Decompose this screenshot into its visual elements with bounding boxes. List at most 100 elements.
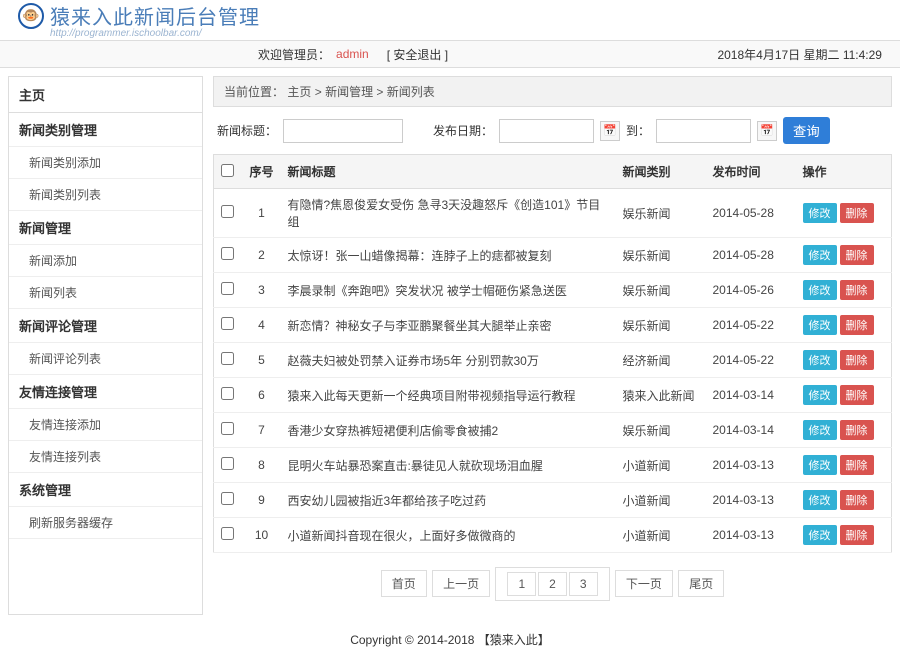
row-title: 小道新闻抖音现在很火，上面好多做微商的 [282,518,617,553]
page-number[interactable]: 2 [538,572,567,596]
modify-button[interactable]: 修改 [803,385,837,405]
row-date: 2014-05-22 [707,308,797,343]
col-date: 发布时间 [707,155,797,189]
modify-button[interactable]: 修改 [803,420,837,440]
row-cat: 小道新闻 [617,483,707,518]
page-next[interactable]: 下一页 [615,570,673,597]
delete-button[interactable]: 删除 [840,245,874,265]
row-title: 太惊讶！张一山蜡像揭幕：连脖子上的痣都被复刻 [282,238,617,273]
delete-button[interactable]: 删除 [840,490,874,510]
search-title-label: 新闻标题： [217,122,277,139]
page-number[interactable]: 3 [569,572,598,596]
row-checkbox[interactable] [221,247,234,260]
row-checkbox[interactable] [221,317,234,330]
delete-button[interactable]: 删除 [840,203,874,223]
page-number[interactable]: 1 [507,572,536,596]
modify-button[interactable]: 修改 [803,245,837,265]
header: 🐵 猿来入此新闻后台管理 http://programmer.ischoolba… [0,0,900,40]
row-date: 2014-05-22 [707,343,797,378]
modify-button[interactable]: 修改 [803,525,837,545]
modify-button[interactable]: 修改 [803,490,837,510]
sidebar-item[interactable]: 新闻类别列表 [9,179,202,211]
table-row: 3 李晨录制《奔跑吧》突发状况 被学士帽砸伤紧急送医 娱乐新闻 2014-05-… [214,273,892,308]
modify-button[interactable]: 修改 [803,350,837,370]
modify-button[interactable]: 修改 [803,455,837,475]
row-checkbox[interactable] [221,282,234,295]
row-cat: 娱乐新闻 [617,413,707,448]
delete-button[interactable]: 删除 [840,280,874,300]
table-row: 4 新恋情？神秘女子与李亚鹏聚餐坐其大腿举止亲密 娱乐新闻 2014-05-22… [214,308,892,343]
table-row: 5 赵薇夫妇被处罚禁入证券市场5年 分别罚款30万 经济新闻 2014-05-2… [214,343,892,378]
delete-button[interactable]: 删除 [840,315,874,335]
table-row: 6 猿来入此每天更新一个经典项目附带视频指导运行教程 猿来入此新闻 2014-0… [214,378,892,413]
search-button[interactable]: 查询 [783,117,830,144]
delete-button[interactable]: 删除 [840,420,874,440]
row-title: 有隐情?焦恩俊爱女受伤 急寻3天没趣怒斥《创造101》节目组 [282,189,617,238]
sidebar-category[interactable]: 新闻类别管理 [9,113,202,147]
row-idx: 6 [242,378,282,413]
news-table: 序号 新闻标题 新闻类别 发布时间 操作 1 有隐情?焦恩俊爱女受伤 急寻3天没… [213,154,892,553]
table-row: 10 小道新闻抖音现在很火，上面好多做微商的 小道新闻 2014-03-13 修… [214,518,892,553]
col-idx: 序号 [242,155,282,189]
footer: Copyright © 2014-2018 【猿来入此】 [0,615,900,664]
modify-button[interactable]: 修改 [803,203,837,223]
sidebar-home[interactable]: 主页 [9,77,202,113]
sidebar-category[interactable]: 新闻管理 [9,211,202,245]
col-cat: 新闻类别 [617,155,707,189]
breadcrumb-l2: 新闻列表 [387,85,435,99]
sidebar-item[interactable]: 新闻类别添加 [9,147,202,179]
row-idx: 8 [242,448,282,483]
logout-link[interactable]: [ 安全退出 ] [387,46,448,63]
breadcrumb-l1[interactable]: 新闻管理 [325,85,373,99]
select-all-checkbox[interactable] [221,164,234,177]
row-checkbox[interactable] [221,205,234,218]
search-date-from[interactable] [499,119,594,143]
search-date-label: 发布日期： [433,122,493,139]
calendar-icon[interactable]: 📅 [757,121,777,141]
table-row: 1 有隐情?焦恩俊爱女受伤 急寻3天没趣怒斥《创造101》节目组 娱乐新闻 20… [214,189,892,238]
datetime: 2018年4月17日 星期二 11:4:29 [717,46,882,63]
row-checkbox[interactable] [221,387,234,400]
row-idx: 9 [242,483,282,518]
modify-button[interactable]: 修改 [803,280,837,300]
topbar: 欢迎管理员： admin [ 安全退出 ] 2018年4月17日 星期二 11:… [0,40,900,68]
page-first[interactable]: 首页 [381,570,427,597]
page-prev[interactable]: 上一页 [432,570,490,597]
sidebar-category[interactable]: 系统管理 [9,473,202,507]
page-last[interactable]: 尾页 [678,570,724,597]
sidebar-item[interactable]: 刷新服务器缓存 [9,507,202,539]
content: 当前位置： 主页 > 新闻管理 > 新闻列表 新闻标题： 发布日期： 📅 到： … [213,76,892,615]
row-idx: 1 [242,189,282,238]
col-op: 操作 [797,155,892,189]
row-idx: 10 [242,518,282,553]
row-idx: 3 [242,273,282,308]
row-title: 李晨录制《奔跑吧》突发状况 被学士帽砸伤紧急送医 [282,273,617,308]
delete-button[interactable]: 删除 [840,525,874,545]
sidebar: 主页 新闻类别管理新闻类别添加新闻类别列表新闻管理新闻添加新闻列表新闻评论管理新… [8,76,203,615]
delete-button[interactable]: 删除 [840,350,874,370]
sidebar-item[interactable]: 新闻评论列表 [9,343,202,375]
search-date-to[interactable] [656,119,751,143]
row-checkbox[interactable] [221,457,234,470]
sidebar-item[interactable]: 友情连接添加 [9,409,202,441]
sidebar-category[interactable]: 友情连接管理 [9,375,202,409]
row-date: 2014-05-26 [707,273,797,308]
row-checkbox[interactable] [221,352,234,365]
row-checkbox[interactable] [221,492,234,505]
breadcrumb-home[interactable]: 主页 [287,85,311,99]
sidebar-item[interactable]: 新闻添加 [9,245,202,277]
sidebar-item[interactable]: 友情连接列表 [9,441,202,473]
delete-button[interactable]: 删除 [840,455,874,475]
row-cat: 娱乐新闻 [617,273,707,308]
search-title-input[interactable] [283,119,403,143]
row-idx: 2 [242,238,282,273]
calendar-icon[interactable]: 📅 [600,121,620,141]
modify-button[interactable]: 修改 [803,315,837,335]
row-checkbox[interactable] [221,422,234,435]
sidebar-item[interactable]: 新闻列表 [9,277,202,309]
welcome-label: 欢迎管理员： [258,46,330,63]
row-date: 2014-03-13 [707,483,797,518]
sidebar-category[interactable]: 新闻评论管理 [9,309,202,343]
logo-title: 猿来入此新闻后台管理 [50,1,260,30]
delete-button[interactable]: 删除 [840,385,874,405]
